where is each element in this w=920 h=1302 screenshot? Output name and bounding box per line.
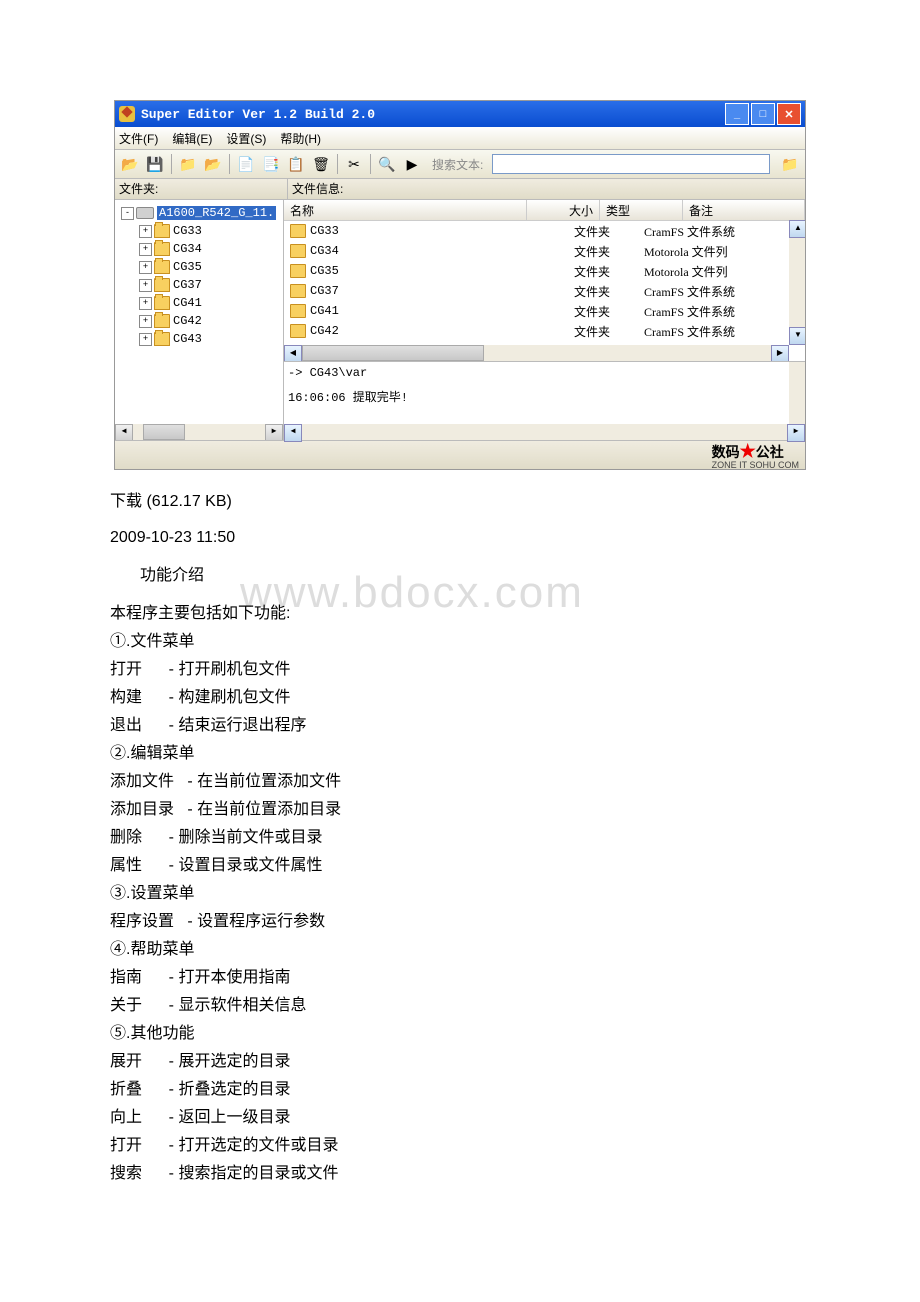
doc-line: ④.帮助菜单 [110, 938, 810, 962]
go-icon[interactable]: ▶ [401, 153, 423, 175]
doc-line: 关于 - 显示软件相关信息 [110, 994, 810, 1018]
doc-line: ③.设置菜单 [110, 882, 810, 906]
log-pane: -> CG43\var 16:06:06 提取完毕! ◀▶ [284, 361, 805, 440]
doc-line: 本程序主要包括如下功能: [110, 602, 810, 626]
download-caption: 下载 (612.17 KB) [110, 490, 810, 514]
folder-icon [290, 264, 306, 278]
log-line: -> CG43\var [288, 366, 801, 380]
tree-item[interactable]: +CG35 [117, 258, 281, 276]
app-window: Super Editor Ver 1.2 Build 2.0 _ □ ✕ 文件(… [114, 100, 806, 470]
folder-icon [290, 304, 306, 318]
list-row[interactable]: CG37文件夹CramFS 文件系统 [284, 281, 805, 301]
doc-line: 属性 - 设置目录或文件属性 [110, 854, 810, 878]
search-go-icon[interactable]: 📁 [779, 153, 801, 175]
minimize-button[interactable]: _ [725, 103, 749, 125]
section-title: 功能介绍 [110, 564, 810, 588]
statusbar: 数码★公社 ZONE IT SOHU COM [115, 440, 805, 469]
doc-line: 添加目录 - 在当前位置添加目录 [110, 798, 810, 822]
window-title: Super Editor Ver 1.2 Build 2.0 [141, 107, 375, 122]
list-row[interactable]: CG42文件夹CramFS 文件系统 [284, 321, 805, 341]
fileinfo-panel-label: 文件信息: [288, 179, 343, 199]
file-listview[interactable]: 名称 大小 类型 备注 CG33文件夹CramFS 文件系统 CG34文件夹Mo… [284, 200, 805, 361]
log-line: 16:06:06 提取完毕! [288, 388, 801, 405]
list-row[interactable]: CG33文件夹CramFS 文件系统 [284, 221, 805, 241]
tree-hscrollbar[interactable]: ◀▶ [115, 424, 283, 440]
tree-item[interactable]: +CG37 [117, 276, 281, 294]
tree-item[interactable]: +CG41 [117, 294, 281, 312]
folder-icon [290, 324, 306, 338]
list-row[interactable]: CG41文件夹CramFS 文件系统 [284, 301, 805, 321]
doc-line: ②.编辑菜单 [110, 742, 810, 766]
menu-edit[interactable]: 编辑(E) [172, 130, 212, 147]
log-hscrollbar[interactable]: ◀▶ [284, 424, 805, 440]
toolbar: 📂 💾 📁 📂 📄 📑 📋 🗑 ✂ 🔍 ▶ 搜索文本: 📁 [115, 150, 805, 179]
doc-line: 打开 - 打开刷机包文件 [110, 658, 810, 682]
tree-item[interactable]: +CG42 [117, 312, 281, 330]
list-header[interactable]: 名称 大小 类型 备注 [284, 200, 805, 221]
doc-line: ①.文件菜单 [110, 630, 810, 654]
doc-line: 程序设置 - 设置程序运行参数 [110, 910, 810, 934]
tree-item[interactable]: +CG33 [117, 222, 281, 240]
log-vscrollbar[interactable] [789, 362, 805, 424]
folder-icon [290, 224, 306, 238]
doc-line: ⑤.其他功能 [110, 1022, 810, 1046]
doc-line: 搜索 - 搜索指定的目录或文件 [110, 1162, 810, 1186]
doc-line: 折叠 - 折叠选定的目录 [110, 1078, 810, 1102]
close-button[interactable]: ✕ [777, 103, 801, 125]
search-icon[interactable]: 🔍 [376, 153, 398, 175]
list-vscrollbar[interactable]: ▲▼ [789, 220, 805, 345]
menu-settings[interactable]: 设置(S) [226, 130, 266, 147]
folder-icon [290, 284, 306, 298]
tree-item[interactable]: +CG34 [117, 240, 281, 258]
titlebar: Super Editor Ver 1.2 Build 2.0 _ □ ✕ [115, 101, 805, 127]
add-file-icon[interactable]: 📄 [235, 153, 257, 175]
open-icon[interactable]: 📂 [119, 153, 141, 175]
col-type[interactable]: 类型 [600, 200, 683, 220]
list-row[interactable]: CG34文件夹Motorola 文件列 [284, 241, 805, 261]
doc-line: 指南 - 打开本使用指南 [110, 966, 810, 990]
menu-help[interactable]: 帮助(H) [280, 130, 321, 147]
brand-logo: 数码★公社 [712, 441, 799, 462]
add-folder-icon[interactable]: 📑 [260, 153, 282, 175]
doc-line: 添加文件 - 在当前位置添加文件 [110, 770, 810, 794]
col-note[interactable]: 备注 [683, 200, 805, 220]
cut-icon[interactable]: ✂ [343, 153, 365, 175]
doc-line: 打开 - 打开选定的文件或目录 [110, 1134, 810, 1158]
tree-root[interactable]: -A1600_R542_G_11. [117, 204, 281, 222]
folder-icon [290, 244, 306, 258]
tree-pane[interactable]: -A1600_R542_G_11. +CG33 +CG34 +CG35 +CG3… [115, 200, 284, 440]
brand-url: ZONE IT SOHU COM [712, 460, 799, 470]
app-icon [119, 106, 135, 122]
doc-line: 向上 - 返回上一级目录 [110, 1106, 810, 1130]
folder-new-icon[interactable]: 📁 [177, 153, 199, 175]
doc-line: 退出 - 结束运行退出程序 [110, 714, 810, 738]
doc-line: 删除 - 删除当前文件或目录 [110, 826, 810, 850]
folder-open-icon[interactable]: 📂 [202, 153, 224, 175]
folder-panel-label: 文件夹: [115, 179, 288, 199]
delete-icon[interactable]: 🗑 [310, 153, 332, 175]
list-hscrollbar[interactable]: ◀▶ [284, 345, 789, 361]
doc-line: 展开 - 展开选定的目录 [110, 1050, 810, 1074]
col-size[interactable]: 大小 [527, 200, 600, 220]
search-input[interactable] [492, 154, 770, 174]
col-name[interactable]: 名称 [284, 200, 527, 220]
list-row[interactable]: CG35文件夹Motorola 文件列 [284, 261, 805, 281]
search-label: 搜索文本: [432, 156, 483, 173]
save-icon[interactable]: 💾 [144, 153, 166, 175]
menu-file[interactable]: 文件(F) [119, 130, 158, 147]
doc-line: 构建 - 构建刷机包文件 [110, 686, 810, 710]
tree-item[interactable]: +CG43 [117, 330, 281, 348]
copy-icon[interactable]: 📋 [285, 153, 307, 175]
maximize-button[interactable]: □ [751, 103, 775, 125]
panel-labels: 文件夹: 文件信息: [115, 179, 805, 200]
date-caption: 2009-10-23 11:50 [110, 526, 810, 550]
menubar: 文件(F) 编辑(E) 设置(S) 帮助(H) [115, 127, 805, 150]
